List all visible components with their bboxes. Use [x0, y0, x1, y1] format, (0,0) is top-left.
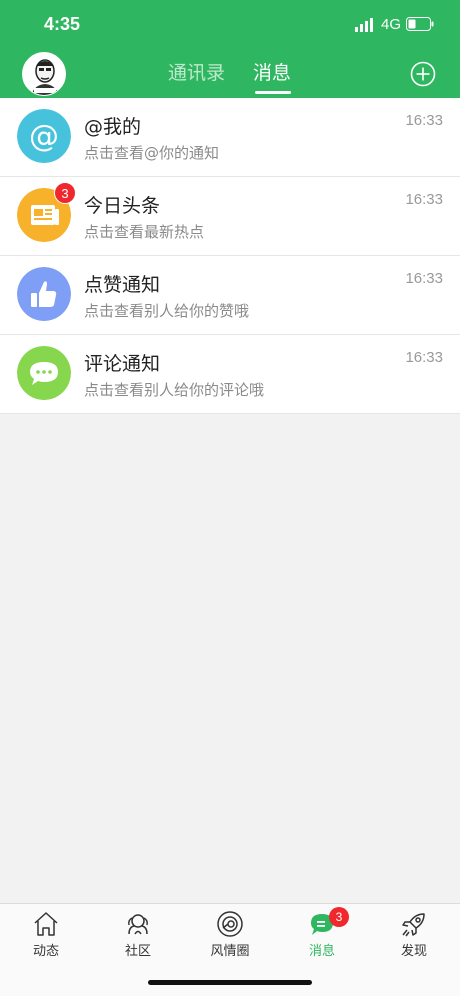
- svg-text:@: @: [29, 119, 59, 154]
- nav-label: 社区: [124, 944, 151, 959]
- nav-item-messages[interactable]: 3 消息: [276, 904, 368, 964]
- item-time: 16:33: [405, 191, 443, 208]
- active-tab-indicator: [255, 91, 291, 94]
- item-title: @我的: [84, 116, 142, 138]
- nav-item-moments[interactable]: 风情圈: [184, 904, 276, 964]
- list-item-likes[interactable]: 点赞通知 点击查看别人给你的赞哦 16:33: [0, 256, 460, 335]
- item-subtitle: 点击查看@你的通知: [84, 144, 220, 162]
- item-time: 16:33: [405, 349, 443, 366]
- thumbs-up-icon: [17, 267, 71, 321]
- comment-bubble-icon: [17, 346, 71, 400]
- list-item-comments[interactable]: 评论通知 点击查看别人给你的评论哦 16:33: [0, 335, 460, 414]
- nav-label: 消息: [308, 944, 335, 959]
- signal-icon: [355, 18, 373, 32]
- home-icon: [34, 912, 58, 936]
- app-header: 4:35 4G 通讯录 消息: [0, 0, 460, 98]
- unread-badge: 3: [54, 182, 76, 204]
- tab-contacts[interactable]: 通讯录: [168, 58, 225, 85]
- item-time: 16:33: [405, 112, 443, 129]
- nav-item-feed[interactable]: 动态: [0, 904, 92, 964]
- list-item-at-me[interactable]: @ @我的 点击查看@你的通知 16:33: [0, 98, 460, 177]
- battery-icon: [406, 17, 434, 31]
- plus-circle-icon[interactable]: [410, 61, 436, 87]
- home-indicator: [148, 980, 312, 985]
- header-tabs: 通讯录 消息: [0, 58, 460, 98]
- item-title: 点赞通知: [84, 274, 161, 296]
- item-title: 今日头条: [84, 195, 161, 217]
- nav-label: 风情圈: [210, 944, 250, 959]
- status-time: 4:35: [44, 14, 81, 34]
- message-list: @ @我的 点击查看@你的通知 16:33 3 今日头条 点击查看最新热点 16…: [0, 98, 460, 414]
- nav-label: 动态: [32, 944, 59, 959]
- rocket-icon: [402, 913, 425, 937]
- item-subtitle: 点击查看别人给你的评论哦: [84, 381, 265, 399]
- circle-camera-icon: [217, 911, 243, 937]
- at-sign-icon: @: [17, 109, 71, 163]
- community-icon: [128, 914, 148, 935]
- nav-item-community[interactable]: 社区: [92, 904, 184, 964]
- item-time: 16:33: [405, 270, 443, 287]
- network-type: 4G: [381, 16, 402, 33]
- item-subtitle: 点击查看别人给你的赞哦: [84, 302, 250, 320]
- unread-badge: 3: [329, 907, 349, 927]
- nav-item-discover[interactable]: 发现: [368, 904, 460, 964]
- nav-label: 发现: [400, 944, 427, 959]
- item-subtitle: 点击查看最新热点: [84, 223, 205, 241]
- tab-messages[interactable]: 消息: [253, 58, 291, 85]
- status-bar: 4:35 4G: [0, 0, 460, 48]
- list-item-headlines[interactable]: 3 今日头条 点击查看最新热点 16:33: [0, 177, 460, 256]
- item-title: 评论通知: [84, 353, 161, 375]
